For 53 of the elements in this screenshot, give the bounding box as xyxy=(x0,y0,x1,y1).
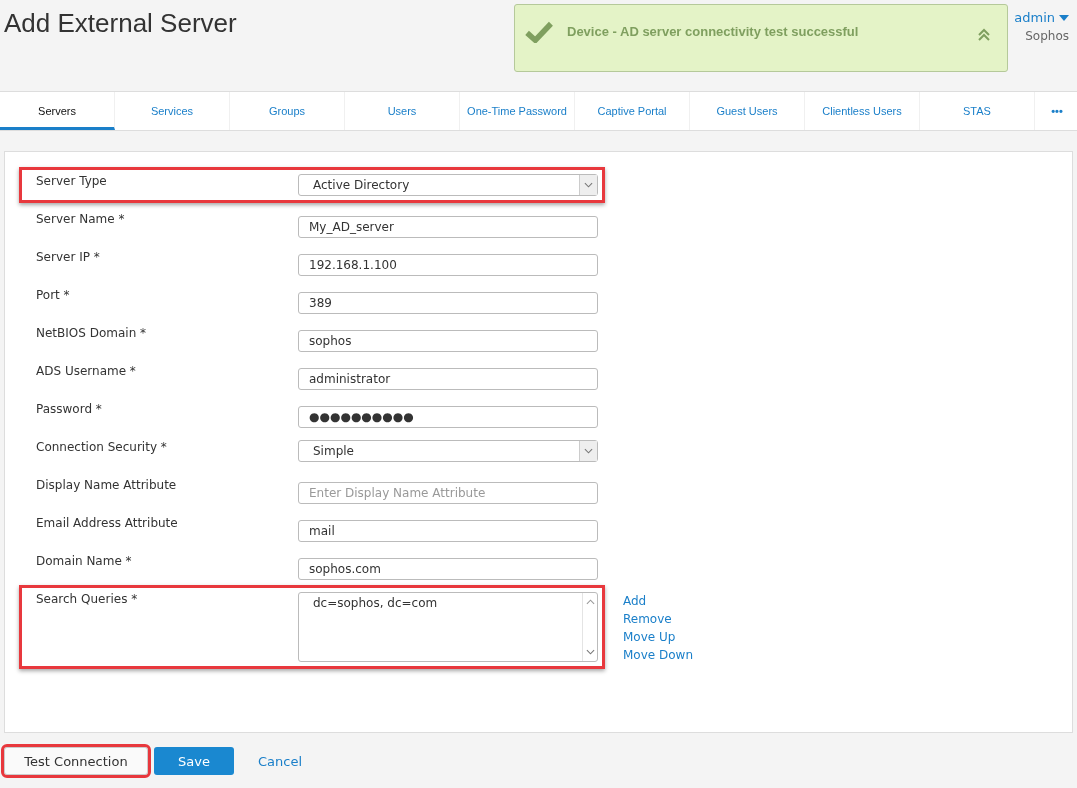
input-field[interactable]: administrator xyxy=(298,368,598,390)
tab[interactable]: ••• xyxy=(1035,92,1077,130)
list-box[interactable]: dc=sophos, dc=com xyxy=(298,592,598,662)
tab[interactable]: Groups xyxy=(230,92,345,130)
input-field[interactable]: sophos xyxy=(298,330,598,352)
input-field[interactable]: Enter Display Name Attribute xyxy=(298,482,598,504)
cancel-link[interactable]: Cancel xyxy=(240,747,321,775)
action-link[interactable]: Add xyxy=(623,592,693,610)
field-label: Email Address Attribute xyxy=(36,516,179,530)
chevron-down-icon xyxy=(584,448,593,454)
field-label: NetBIOS Domain * xyxy=(36,326,148,340)
tab[interactable]: Services xyxy=(115,92,230,130)
password-field[interactable]: ●●●●●●●●●● xyxy=(298,406,598,428)
dropdown[interactable]: Simple xyxy=(298,440,598,462)
tab[interactable]: Users xyxy=(345,92,460,130)
field-label: Server IP * xyxy=(36,250,101,264)
field-label: Server Type xyxy=(36,174,108,188)
field-label: ADS Username * xyxy=(36,364,137,378)
save-button[interactable]: Save xyxy=(154,747,234,775)
chevron-down-icon xyxy=(584,182,593,188)
action-link[interactable]: Move Up xyxy=(623,628,693,646)
test-connection-button[interactable]: Test Connection xyxy=(4,747,148,775)
field-label: Display Name Attribute xyxy=(36,478,178,492)
tab[interactable]: One-Time Password xyxy=(460,92,575,130)
checkmark-icon xyxy=(525,21,553,43)
dropdown[interactable]: Active Directory xyxy=(298,174,598,196)
user-menu[interactable]: admin xyxy=(1014,10,1069,25)
input-field[interactable]: My_AD_server xyxy=(298,216,598,238)
tab[interactable]: Captive Portal xyxy=(575,92,690,130)
input-field[interactable]: mail xyxy=(298,520,598,542)
tab[interactable]: Servers xyxy=(0,92,115,130)
tab[interactable]: STAS xyxy=(920,92,1035,130)
caret-icon xyxy=(1059,14,1069,21)
scroll-up-icon xyxy=(585,599,595,605)
field-label: Search Queries * xyxy=(36,592,139,606)
organization-name: Sophos xyxy=(1025,29,1069,43)
tab[interactable]: Clientless Users xyxy=(805,92,920,130)
scrollbar[interactable] xyxy=(582,593,597,661)
input-field[interactable]: sophos.com xyxy=(298,558,598,580)
scroll-down-icon xyxy=(585,649,595,655)
field-label: Connection Security * xyxy=(36,440,168,454)
action-link[interactable]: Remove xyxy=(623,610,693,628)
field-label: Domain Name * xyxy=(36,554,133,568)
field-label: Server Name * xyxy=(36,212,126,226)
input-field[interactable]: 389 xyxy=(298,292,598,314)
page-title: Add External Server xyxy=(4,8,237,39)
action-link[interactable]: Move Down xyxy=(623,646,693,664)
tab[interactable]: Guest Users xyxy=(690,92,805,130)
collapse-icon[interactable] xyxy=(977,28,991,42)
field-label: Port * xyxy=(36,288,71,302)
field-label: Password * xyxy=(36,402,103,416)
input-field[interactable]: 192.168.1.100 xyxy=(298,254,598,276)
notification-message: Device - AD server connectivity test successful xyxy=(567,24,860,39)
